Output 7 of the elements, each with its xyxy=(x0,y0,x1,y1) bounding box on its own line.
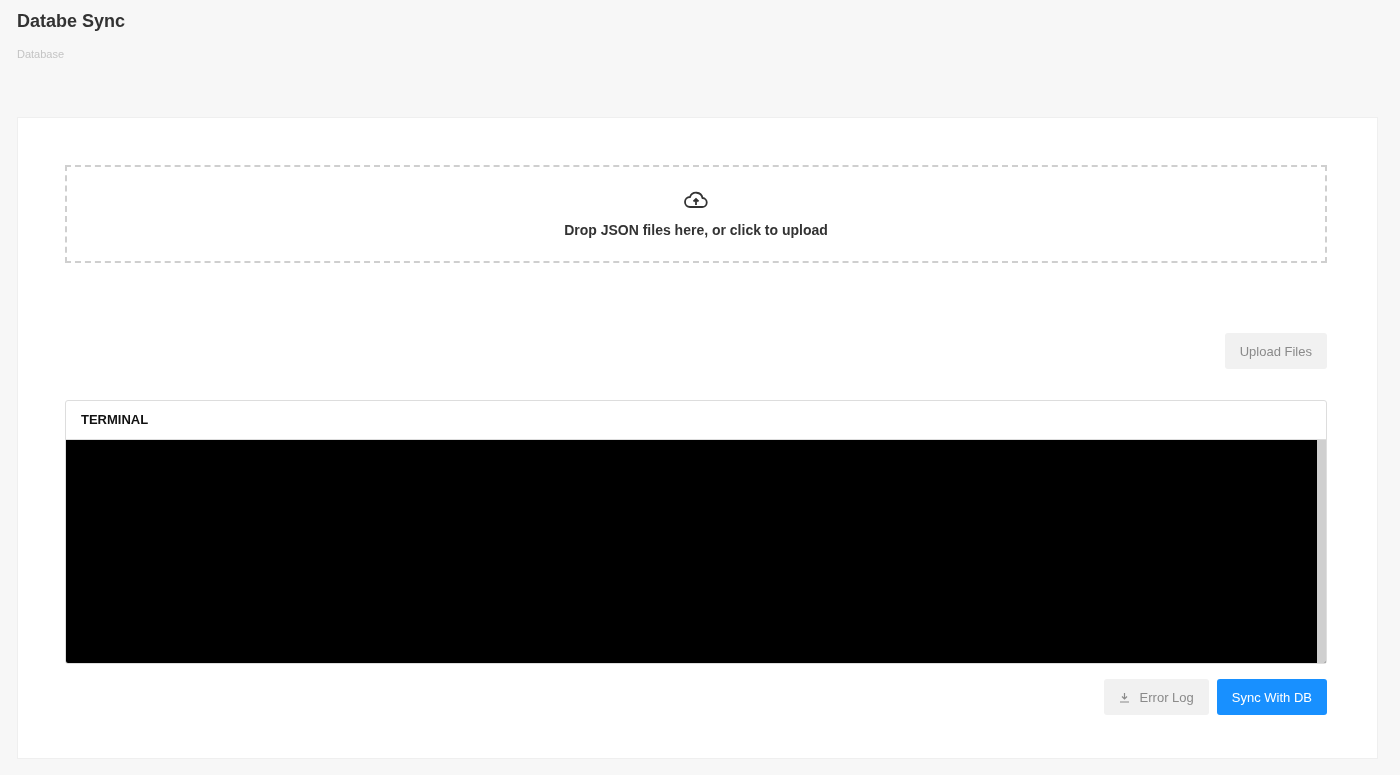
dropzone-text: Drop JSON files here, or click to upload xyxy=(564,222,828,238)
cloud-upload-icon xyxy=(683,190,709,210)
download-icon xyxy=(1118,691,1130,703)
scrollbar[interactable] xyxy=(1317,440,1326,663)
sync-button[interactable]: Sync With DB xyxy=(1216,679,1327,715)
upload-dropzone[interactable]: Drop JSON files here, or click to upload xyxy=(65,165,1327,263)
page-title: Databe Sync xyxy=(17,10,127,32)
